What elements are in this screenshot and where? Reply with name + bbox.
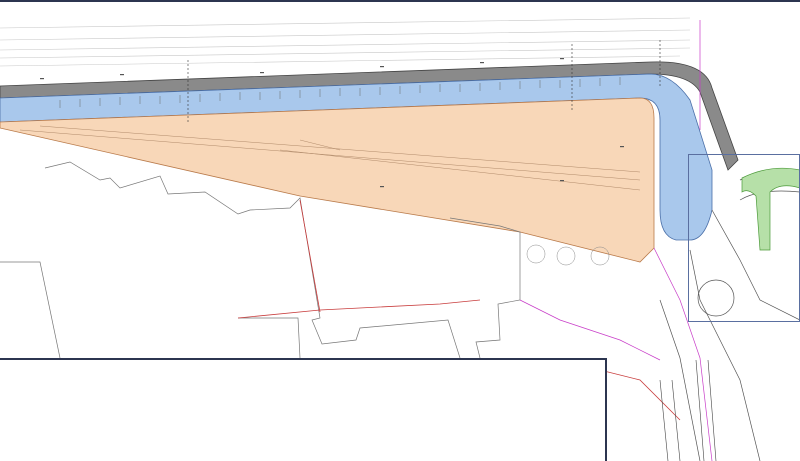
contour-lines (0, 17, 691, 67)
detail-frame (688, 154, 800, 322)
building-plot (0, 97, 655, 263)
rail-lines (659, 359, 717, 461)
blank-inset-panel (0, 358, 607, 461)
